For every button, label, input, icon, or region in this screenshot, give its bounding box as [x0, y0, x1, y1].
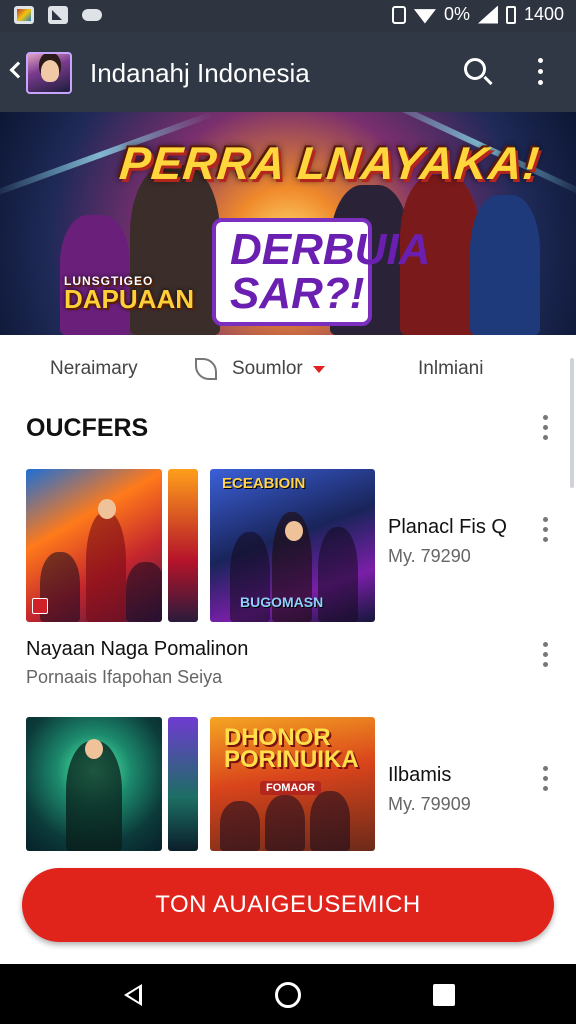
photo-icon — [14, 6, 34, 24]
more-vert-icon[interactable] — [538, 58, 544, 86]
item-side-title[interactable]: Ilbamis — [388, 764, 451, 787]
system-nav-bar — [0, 964, 576, 1024]
app-bar: Indanahj Indonesia — [0, 32, 576, 112]
hero-figure — [470, 195, 540, 335]
item-subtitle: Pornaais Ifapohan Seiya — [26, 667, 223, 687]
tab-bar: Neraimary Soumlor Inlmiani — [0, 348, 576, 390]
nav-home-icon[interactable] — [275, 982, 301, 1008]
primary-action-button[interactable]: TON AUAIGEUSEMICH — [22, 868, 554, 942]
search-icon[interactable] — [464, 58, 486, 80]
game-thumbnail-partial[interactable] — [168, 717, 198, 851]
wifi-icon — [413, 9, 436, 24]
item-title[interactable]: Nayaan Naga Pomalinon — [26, 638, 248, 661]
game-thumbnail[interactable]: DHONOR PORINUIKA FOMAOR — [210, 717, 375, 851]
tab-neraimary[interactable]: Neraimary — [50, 358, 138, 380]
image-icon — [48, 6, 68, 24]
battery-percent: 0% — [443, 4, 470, 24]
status-bar: 0% 1400 — [0, 0, 576, 32]
vibrate-icon — [391, 5, 406, 24]
signal-icon — [477, 5, 498, 24]
battery-icon — [505, 5, 516, 24]
item-more-icon[interactable] — [543, 766, 549, 792]
thumbnail-sublabel: FOMAOR — [260, 781, 321, 795]
nav-back-icon[interactable] — [124, 984, 142, 1006]
item-more-icon[interactable] — [543, 517, 549, 543]
nav-recents-icon[interactable] — [433, 984, 455, 1006]
thumbnail-caption: BUGOMASN — [240, 594, 324, 610]
banner-left-logo: LUNSGTIGEO DAPUAAN — [64, 274, 194, 315]
game-thumbnail-partial[interactable] — [168, 469, 198, 622]
leaf-icon — [195, 358, 217, 380]
game-thumbnail[interactable] — [26, 469, 162, 622]
pill-icon — [82, 9, 102, 21]
game-thumbnail[interactable] — [26, 717, 162, 851]
item-more-icon[interactable] — [543, 642, 549, 668]
avatar[interactable] — [26, 52, 72, 94]
game-thumbnail[interactable]: ECEABIOIN BUGOMASN — [210, 469, 375, 622]
banner-left-text: DAPUAAN — [64, 284, 194, 314]
thumbnail-label: ECEABIOIN — [222, 475, 306, 492]
banner-title: PERRA LNAYAKA! — [117, 137, 543, 189]
thumbnail-label: DHONOR PORINUIKA — [224, 724, 359, 773]
status-left-icons — [14, 6, 102, 24]
chevron-down-icon[interactable] — [313, 366, 325, 373]
section-more-icon[interactable] — [543, 415, 549, 441]
section-title: OUCFERS — [26, 414, 149, 442]
banner-center-text: DERBUIA SAR?! — [212, 218, 430, 326]
item-side-price: My. 79290 — [388, 546, 471, 566]
item-side-price: My. 79909 — [388, 794, 471, 814]
tab-inlmiani[interactable]: Inlmiani — [418, 358, 483, 380]
back-arrow-icon[interactable] — [9, 61, 27, 79]
status-right: 0% 1400 — [391, 4, 564, 25]
hero-banner[interactable]: PERRA LNAYAKA! DERBUIA SAR?! LUNSGTIGEO … — [0, 112, 576, 335]
scrollbar[interactable] — [570, 358, 574, 488]
item-side-title[interactable]: Planacl Fis Q — [388, 516, 507, 539]
page-title: Indanahj Indonesia — [90, 58, 310, 88]
clock: 1400 — [523, 4, 564, 24]
tab-soumlor[interactable]: Soumlor — [232, 358, 303, 380]
badge-icon — [32, 598, 48, 614]
